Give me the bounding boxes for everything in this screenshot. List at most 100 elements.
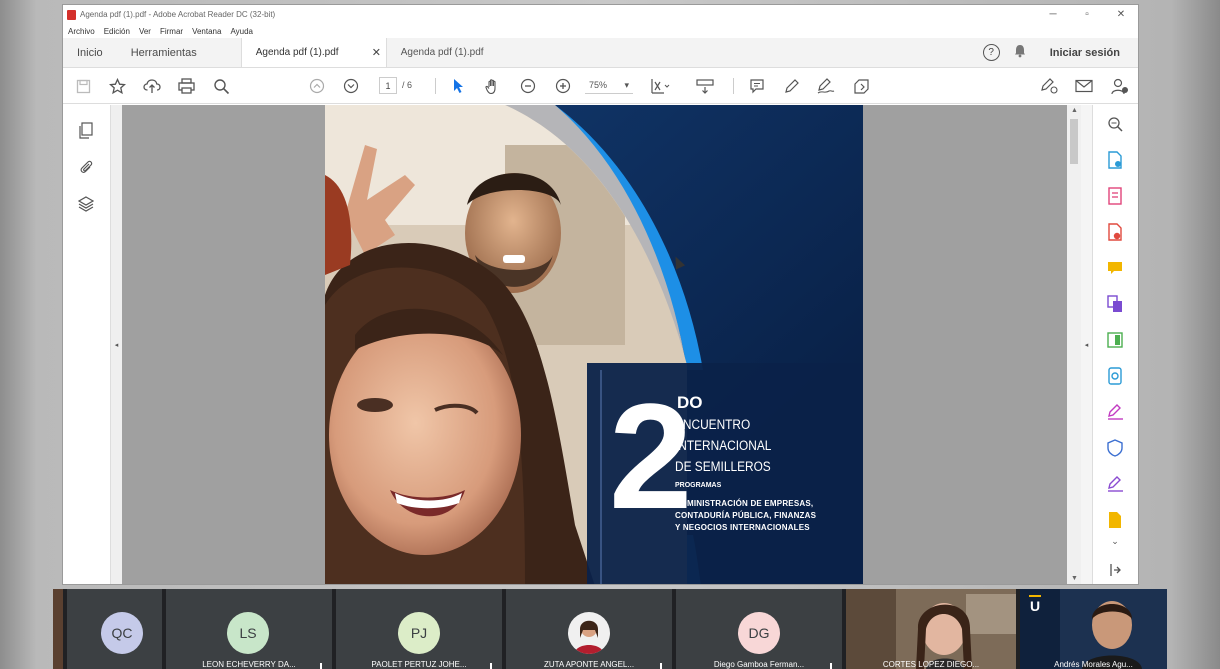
tab-bar-right: ? Iniciar sesión bbox=[982, 38, 1138, 67]
compress-pdf-icon[interactable] bbox=[1105, 366, 1125, 386]
bookmark-star-icon[interactable] bbox=[107, 76, 127, 96]
menu-bar: Archivo Edición Ver Firmar Ventana Ayuda bbox=[63, 24, 1138, 38]
participant-menu-icon[interactable] bbox=[830, 663, 832, 669]
acrobat-app-icon bbox=[67, 9, 76, 20]
save-icon[interactable] bbox=[73, 76, 93, 96]
attachment-icon[interactable] bbox=[76, 157, 96, 177]
page-total: / 6 bbox=[402, 80, 413, 90]
tab-document-active[interactable]: Agenda pdf (1).pdf ✕ bbox=[240, 38, 386, 67]
email-icon[interactable] bbox=[1073, 76, 1095, 96]
zoom-panel-icon[interactable] bbox=[1105, 114, 1125, 134]
svg-text:U: U bbox=[1030, 598, 1040, 614]
protect-icon[interactable] bbox=[1105, 438, 1125, 458]
pages-icon[interactable] bbox=[76, 121, 96, 141]
participant-tile[interactable]: ZUTA APONTE ANGEL... bbox=[506, 589, 672, 669]
comment-panel-icon[interactable] bbox=[1105, 258, 1125, 278]
toolbar: 1 / 6 75% ▾ bbox=[63, 68, 1138, 104]
menu-archivo[interactable]: Archivo bbox=[68, 27, 95, 36]
toolbar-divider bbox=[435, 78, 436, 94]
more-tools-icon[interactable] bbox=[851, 76, 871, 96]
select-cursor-icon[interactable] bbox=[448, 76, 468, 96]
participant-name: LEON ECHEVERRY DA... bbox=[202, 660, 296, 669]
participant-tile[interactable]: DG Diego Gamboa Ferman... bbox=[676, 589, 842, 669]
avatar: PJ bbox=[398, 612, 440, 654]
create-pdf-icon[interactable] bbox=[1105, 186, 1125, 206]
participant-tile[interactable]: PJ PAOLET PERTUZ JOHE... bbox=[336, 589, 502, 669]
bell-icon[interactable] bbox=[1014, 44, 1026, 61]
export-pdf-icon[interactable] bbox=[1105, 150, 1125, 170]
user-add-icon[interactable] bbox=[1109, 76, 1131, 96]
vertical-scrollbar[interactable]: ▲ ▼ bbox=[1067, 105, 1081, 584]
sign-in-button[interactable]: Iniciar sesión bbox=[1050, 47, 1120, 59]
scroll-thumb[interactable] bbox=[1070, 119, 1078, 164]
participant-name: Andrés Morales Agu... bbox=[1054, 660, 1133, 669]
window-title: Agenda pdf (1).pdf - Adobe Acrobat Reade… bbox=[80, 10, 276, 19]
tab-document-2[interactable]: Agenda pdf (1).pdf bbox=[385, 38, 531, 67]
menu-ventana[interactable]: Ventana bbox=[192, 27, 221, 36]
expand-panel-icon[interactable]: ⌄ bbox=[1105, 531, 1125, 551]
scroll-down-arrow[interactable]: ▼ bbox=[1071, 575, 1078, 582]
avatar: LS bbox=[227, 612, 269, 654]
sign-icon[interactable] bbox=[816, 76, 836, 96]
participant-video-tile[interactable]: U Andrés Morales Agu... bbox=[1020, 589, 1167, 669]
pen-icon[interactable] bbox=[782, 76, 802, 96]
combine-files-icon[interactable] bbox=[1105, 294, 1125, 314]
send-sign-icon[interactable] bbox=[1105, 474, 1125, 494]
pdf-page-cover: 2 DO ENCUENTRO INTERNACIONAL DE SEMILLER… bbox=[325, 105, 863, 584]
right-pane-collapse-handle[interactable]: ◂ bbox=[1081, 105, 1092, 584]
participant-menu-icon[interactable] bbox=[490, 663, 492, 669]
toolbar-divider bbox=[733, 78, 734, 94]
print-icon[interactable] bbox=[176, 76, 196, 96]
collapse-panel-icon[interactable] bbox=[1105, 560, 1125, 580]
participant-name: CORTES LOPEZ DIEGO... bbox=[882, 660, 980, 669]
tab-bar-spacer bbox=[531, 38, 983, 67]
edition-ordinal: DO bbox=[677, 393, 703, 412]
upload-cloud-icon[interactable] bbox=[142, 76, 162, 96]
menu-ver[interactable]: Ver bbox=[139, 27, 151, 36]
menu-ayuda[interactable]: Ayuda bbox=[230, 27, 253, 36]
next-page-icon[interactable] bbox=[341, 76, 361, 96]
organize-pages-icon[interactable] bbox=[1105, 330, 1125, 350]
fill-sign-icon[interactable] bbox=[1105, 402, 1125, 422]
participant-tile[interactable]: LS LEON ECHEVERRY DA... bbox=[166, 589, 332, 669]
event-title-line: INTERNACIONAL bbox=[675, 438, 772, 453]
menu-firmar[interactable]: Firmar bbox=[160, 27, 183, 36]
edit-pdf-icon[interactable] bbox=[1105, 222, 1125, 242]
search-zoom-icon[interactable] bbox=[211, 76, 231, 96]
avatar: DG bbox=[738, 612, 780, 654]
participant-menu-icon[interactable] bbox=[320, 663, 322, 669]
minimize-button[interactable]: ─ bbox=[1036, 9, 1070, 20]
document-view[interactable]: 2 DO ENCUENTRO INTERNACIONAL DE SEMILLER… bbox=[122, 105, 1067, 584]
scroll-mode-icon[interactable] bbox=[694, 76, 716, 96]
tab-document-label: Agenda pdf (1).pdf bbox=[400, 47, 484, 58]
tab-bar: Inicio Herramientas Agenda pdf (1).pdf ✕… bbox=[63, 38, 1138, 68]
previous-page-icon[interactable] bbox=[307, 76, 327, 96]
participant-menu-icon[interactable] bbox=[660, 663, 662, 669]
zoom-in-icon[interactable] bbox=[553, 76, 573, 96]
fit-page-icon[interactable] bbox=[648, 76, 672, 96]
event-title-line: ENCUENTRO bbox=[675, 417, 751, 432]
participant-tile[interactable]: QC bbox=[67, 589, 162, 669]
left-pane-collapse-handle[interactable]: ◂ bbox=[111, 105, 122, 584]
menu-edicion[interactable]: Edición bbox=[104, 27, 130, 36]
restore-button[interactable]: ▫ bbox=[1070, 9, 1104, 20]
participant-video-tile[interactable]: CORTES LOPEZ DIEGO... bbox=[846, 589, 1016, 669]
close-tab-icon[interactable]: ✕ bbox=[372, 46, 386, 59]
more-panel-icon[interactable] bbox=[1105, 510, 1125, 530]
hand-icon[interactable] bbox=[483, 76, 503, 96]
close-window-button[interactable]: ✕ bbox=[1104, 9, 1138, 20]
scroll-up-arrow[interactable]: ▲ bbox=[1071, 107, 1078, 114]
program-line: ADMINISTRACIÓN DE EMPRESAS, bbox=[675, 499, 814, 508]
zoom-out-icon[interactable] bbox=[518, 76, 538, 96]
program-line: CONTADURÍA PÚBLICA, FINANZAS bbox=[675, 511, 817, 520]
page-number-input[interactable]: 1 bbox=[379, 77, 397, 94]
tab-document-label: Agenda pdf (1).pdf bbox=[255, 47, 339, 58]
layers-icon[interactable] bbox=[76, 194, 96, 214]
zoom-select[interactable]: 75% ▾ bbox=[585, 77, 633, 94]
comment-icon[interactable] bbox=[747, 76, 767, 96]
participant-video bbox=[846, 589, 1016, 669]
tab-tools[interactable]: Herramientas bbox=[117, 38, 211, 67]
tab-home[interactable]: Inicio bbox=[63, 38, 117, 67]
help-icon[interactable]: ? bbox=[982, 44, 1000, 61]
share-sign-icon[interactable] bbox=[1038, 76, 1060, 96]
